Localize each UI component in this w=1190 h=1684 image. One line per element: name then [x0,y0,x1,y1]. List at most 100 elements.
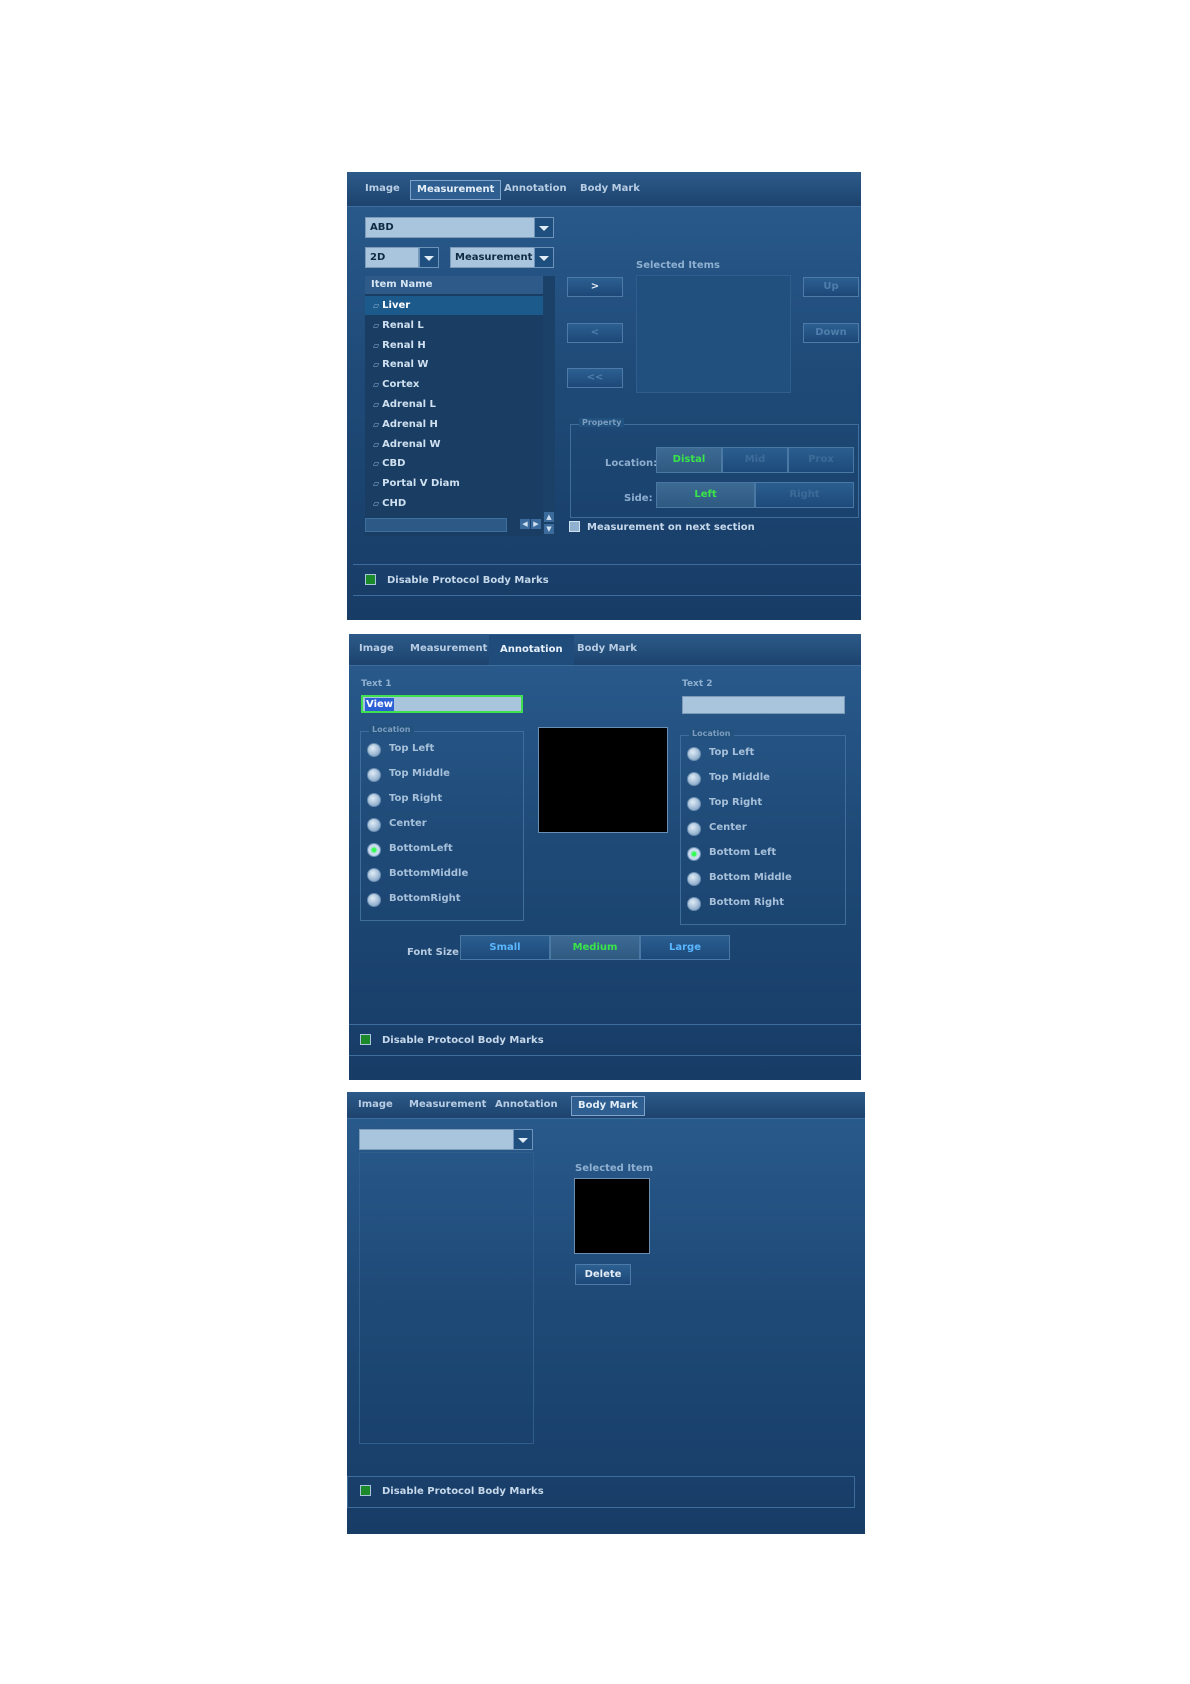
radio-button[interactable] [687,747,701,761]
list-item[interactable]: ▱ Adrenal H [365,415,543,434]
chevron-down-icon[interactable] [534,217,554,238]
side-left[interactable]: Left [656,482,755,508]
remove-all-button[interactable]: << [567,368,623,388]
list-item[interactable]: ▱ Renal W [365,355,543,374]
list-item[interactable]: ▱ Cortex [365,375,543,394]
tab-measurement[interactable]: Measurement [403,1096,492,1114]
list-item[interactable]: ▱ Renal L [365,316,543,335]
radio-button[interactable] [687,772,701,786]
radio-label: BottomLeft [389,843,453,854]
location-segmented[interactable]: Distal Mid Prox [656,447,854,473]
radio-button[interactable] [687,897,701,911]
location-option[interactable]: Top Middle [687,772,837,788]
remove-item-button[interactable]: < [567,323,623,343]
side-segmented[interactable]: Left Right [656,482,854,508]
location-option[interactable]: Top Right [687,797,837,813]
location-option[interactable]: Bottom Middle [687,872,837,888]
text2-input[interactable] [682,696,845,714]
radio-button[interactable] [367,793,381,807]
radio-button[interactable] [367,868,381,882]
down-button[interactable]: Down [803,323,859,343]
font-size-medium[interactable]: Medium [550,935,640,960]
list-item[interactable]: ▱ CHD [365,494,543,513]
font-size-segmented[interactable]: Small Medium Large [460,935,730,960]
disable-protocol-bar: Disable Protocol Body Marks [347,1476,855,1508]
mode-dropdown[interactable]: 2D [365,247,419,268]
list-scrollbar[interactable]: ▲ ▼ [543,276,555,536]
tab-image[interactable]: Image [359,180,406,198]
exam-dropdown[interactable]: ABD [365,217,535,238]
tab-annotation[interactable]: Annotation [498,180,573,198]
chevron-down-icon[interactable] [534,247,554,268]
location-option[interactable]: Center [367,818,517,834]
chevron-down-icon[interactable] [513,1129,533,1150]
next-section-checkbox[interactable] [569,521,580,532]
list-item[interactable]: ▱ Liver [365,296,543,315]
disable-protocol-checkbox[interactable] [365,574,376,585]
list-item[interactable]: ▱ Renal H [365,336,543,355]
location-option[interactable]: Top Left [687,747,837,763]
list-item[interactable]: ▱ CBD [365,454,543,473]
side-right[interactable]: Right [755,482,854,508]
scroll-down-icon[interactable]: ▼ [544,524,554,534]
tab-image[interactable]: Image [352,1096,399,1114]
radio-button[interactable] [367,893,381,907]
location-distal[interactable]: Distal [656,447,722,473]
radio-button[interactable] [687,797,701,811]
horizontal-scrollbar[interactable] [365,518,507,532]
scroll-left-icon[interactable]: ◀ [520,519,530,529]
tab-measurement[interactable]: Measurement [410,180,502,200]
location-option[interactable]: BottomMiddle [367,868,517,884]
font-size-small[interactable]: Small [460,935,550,960]
radio-button[interactable] [367,768,381,782]
radio-label: BottomRight [389,893,461,904]
tab-body-mark[interactable]: Body Mark [571,1096,645,1116]
location-option[interactable]: Bottom Left [687,847,837,863]
tab-body-mark[interactable]: Body Mark [571,640,643,658]
location-mid[interactable]: Mid [722,447,788,473]
radio-label: Top Left [389,743,435,754]
scroll-up-icon[interactable]: ▲ [544,512,554,522]
text1-input[interactable]: View [361,695,523,713]
location-option[interactable]: Top Middle [367,768,517,784]
tab-annotation[interactable]: Annotation [489,635,574,665]
list-item-label: Renal L [382,319,424,331]
type-dropdown[interactable]: Measurement [450,247,535,268]
radio-button[interactable] [687,872,701,886]
list-item-label: Adrenal L [382,399,436,410]
selected-items-list[interactable] [636,275,791,393]
delete-button[interactable]: Delete [575,1264,631,1285]
up-button[interactable]: Up [803,277,859,297]
radio-label: Top Right [389,793,443,804]
disable-protocol-checkbox[interactable] [360,1034,371,1045]
location-option[interactable]: BottomRight [367,893,517,909]
location-prox[interactable]: Prox [788,447,854,473]
location-option[interactable]: Bottom Right [687,897,837,913]
radio-button[interactable] [687,847,701,861]
location-option[interactable]: Center [687,822,837,838]
scroll-right-icon[interactable]: ▶ [531,519,541,529]
radio-button[interactable] [367,843,381,857]
tab-image[interactable]: Image [353,640,400,658]
chevron-down-icon[interactable] [419,247,439,268]
list-item[interactable]: ▱ Portal V Diam [365,474,543,493]
location-option[interactable]: Top Left [367,743,517,759]
disable-protocol-checkbox[interactable] [360,1485,371,1496]
radio-button[interactable] [687,822,701,836]
list-item[interactable]: ▱ Adrenal W [365,435,543,454]
radio-button[interactable] [367,818,381,832]
font-size-large[interactable]: Large [640,935,730,960]
add-item-button[interactable]: > [567,277,623,297]
body-mark-list[interactable] [359,1152,534,1444]
tab-annotation[interactable]: Annotation [489,1096,564,1114]
next-section-label: Measurement on next section [587,522,755,533]
tab-body-mark[interactable]: Body Mark [574,180,646,198]
tab-measurement[interactable]: Measurement [404,640,493,658]
tab-bar: Image Measurement Annotation Body Mark [347,1092,865,1119]
tab-bar: Image Measurement Annotation Body Mark [347,172,861,207]
radio-button[interactable] [367,743,381,757]
location-option[interactable]: BottomLeft [367,843,517,859]
body-mark-dropdown[interactable] [359,1129,514,1150]
list-item[interactable]: ▱ Adrenal L [365,395,543,414]
location-option[interactable]: Top Right [367,793,517,809]
